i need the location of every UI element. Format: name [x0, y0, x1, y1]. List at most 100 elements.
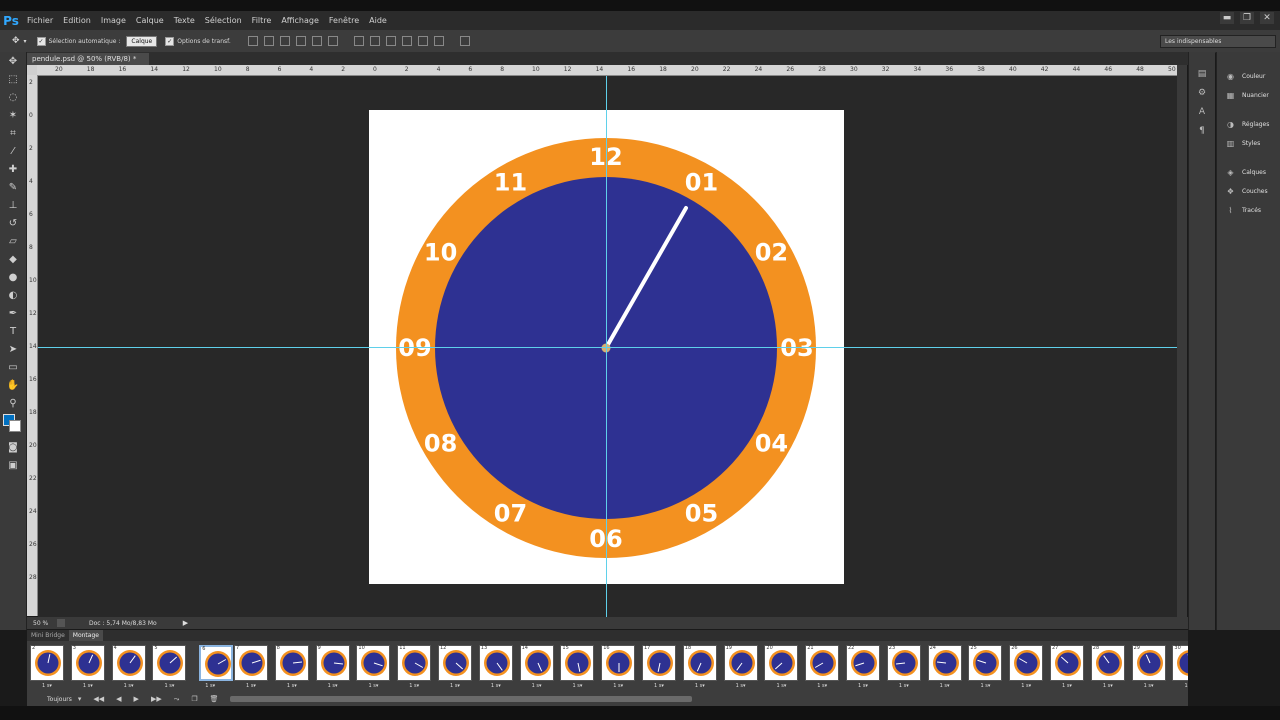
timeline-tab[interactable]: Montage — [68, 630, 103, 641]
character-icon[interactable]: A — [1189, 102, 1215, 121]
frame-delay[interactable]: 1 s▾ — [520, 683, 554, 689]
timeline-tab[interactable]: Mini Bridge — [27, 630, 69, 641]
distribute-hcenter-icon[interactable] — [417, 36, 428, 46]
timeline-frame[interactable]: 19 — [723, 645, 758, 681]
restore-icon[interactable]: ❐ — [1240, 12, 1254, 24]
next-frame-icon[interactable]: ▶▶ — [151, 695, 162, 703]
distribute-right-icon[interactable] — [433, 36, 444, 46]
menu-item[interactable]: Texte — [169, 11, 200, 30]
loop-select[interactable]: Toujours — [47, 696, 72, 703]
menu-item[interactable]: Affichage — [276, 11, 324, 30]
menu-item[interactable]: Fichier — [22, 11, 58, 30]
stamp-tool-icon[interactable]: ⊥ — [0, 196, 26, 214]
vertical-ruler[interactable]: 2 0 2 4 6 8 10 12 14 16 18 20 22 24 26 28 — [27, 75, 38, 616]
timeline-frame[interactable]: 12 — [438, 645, 472, 681]
frame-delay[interactable]: 1 s▾ — [356, 683, 390, 689]
timeline-frame[interactable]: 22 — [846, 645, 880, 681]
frame-delay[interactable]: 1 s▾ — [397, 683, 431, 689]
workspace-dropdown[interactable]: Les indispensables — [1160, 35, 1276, 48]
frame-delay[interactable]: 1 s▾ — [846, 683, 880, 689]
vertical-scrollbar[interactable] — [1177, 65, 1187, 617]
status-menu-icon[interactable]: ▶ — [183, 619, 188, 627]
timeline-frame[interactable]: 11 — [397, 645, 432, 681]
frame-delay[interactable]: 1 s▾ — [724, 683, 758, 689]
frame-delay[interactable]: 1 s▾ — [316, 683, 350, 689]
timeline-frame[interactable]: 6 — [199, 645, 234, 681]
eraser-tool-icon[interactable]: ▱ — [0, 232, 26, 250]
frame-delay[interactable]: 1 s▾ — [71, 683, 105, 689]
hand-tool-icon[interactable]: ✋ — [0, 376, 26, 394]
timeline-frame[interactable]: 2 — [30, 645, 64, 681]
menu-item[interactable]: Filtre — [247, 11, 277, 30]
menu-item[interactable]: Image — [96, 11, 131, 30]
blur-tool-icon[interactable]: ● — [0, 268, 26, 286]
menu-item[interactable]: Calque — [131, 11, 169, 30]
timeline-frame[interactable]: 27 — [1050, 645, 1084, 681]
align-vcenter-icon[interactable] — [263, 36, 274, 46]
frame-delay[interactable]: 1 s▾ — [30, 683, 64, 689]
panel-nuancier[interactable]: ▦ Nuancier — [1217, 86, 1280, 105]
lasso-tool-icon[interactable]: ◌ — [0, 88, 26, 106]
chevron-down-icon[interactable]: ▾ — [24, 38, 27, 45]
loop-dropdown-icon[interactable]: ▾ — [78, 695, 82, 703]
history-brush-icon[interactable]: ↺ — [0, 214, 26, 232]
timeline-frame[interactable]: 16 — [601, 645, 636, 681]
timeline-frame[interactable]: 13 — [478, 645, 513, 681]
properties-icon[interactable]: ⚙ — [1189, 83, 1215, 102]
dodge-tool-icon[interactable]: ◐ — [0, 286, 26, 304]
frame-delay[interactable]: 1 s▾ — [887, 683, 921, 689]
distribute-left-icon[interactable] — [401, 36, 412, 46]
frame-delay[interactable]: 1 s▾ — [152, 683, 186, 689]
frame-delay[interactable]: 1 s▾ — [1132, 683, 1166, 689]
bucket-tool-icon[interactable]: ◆ — [0, 250, 26, 268]
distribute-top-icon[interactable] — [353, 36, 364, 46]
timeline-frame[interactable]: 30 — [1172, 645, 1188, 681]
timeline-frame[interactable]: 28 — [1090, 645, 1125, 681]
frame-delay[interactable]: 1 s▾ — [479, 683, 513, 689]
path-select-icon[interactable]: ➤ — [0, 340, 26, 358]
zoom-tool-icon[interactable]: ⚲ — [0, 394, 26, 412]
align-left-icon[interactable] — [295, 36, 306, 46]
auto-select-checkbox[interactable]: ✓ — [36, 36, 46, 46]
frame-delay[interactable]: 1 s▾ — [234, 683, 268, 689]
menu-item[interactable]: Fenêtre — [324, 11, 364, 30]
timeline-frame[interactable]: 23 — [886, 645, 921, 681]
delete-frame-icon[interactable]: 🗑 — [210, 695, 219, 703]
frame-delay[interactable]: 1 s▾ — [1091, 683, 1125, 689]
align-hcenter-icon[interactable] — [311, 36, 322, 46]
align-right-icon[interactable] — [327, 36, 338, 46]
frame-delay[interactable]: 1 s▾ — [438, 683, 472, 689]
brush-tool-icon[interactable]: ✎ — [0, 178, 26, 196]
screen-mode-icon[interactable]: ▣ — [0, 456, 26, 474]
timeline-frame[interactable]: 15 — [560, 645, 595, 681]
type-tool-icon[interactable]: T — [0, 322, 26, 340]
panel-couches[interactable]: ❖ Couches — [1217, 182, 1280, 201]
timeline-frame[interactable]: 10 — [356, 645, 391, 681]
timeline-frame[interactable]: 7 — [234, 645, 268, 681]
background-color-swatch[interactable] — [9, 420, 21, 432]
move-tool-icon[interactable]: ✥ — [12, 36, 20, 46]
pen-tool-icon[interactable]: ✒ — [0, 304, 26, 322]
timeline-frame[interactable]: 3 — [70, 645, 105, 681]
horizontal-ruler[interactable]: 20 18 16 14 12 10 8 6 4 2 0 2 4 6 8 10 12 14 16 18 20 22 24 26 2… — [37, 65, 1177, 76]
play-icon[interactable]: ▶ — [134, 695, 139, 703]
frame-delay[interactable]: 1 s▾ — [805, 683, 839, 689]
align-top-icon[interactable] — [247, 36, 258, 46]
document-tab[interactable]: pendule.psd @ 50% (RVB/8) * × — [27, 53, 149, 75]
timeline-frame[interactable]: 4 — [111, 645, 146, 681]
timeline-frame[interactable]: 25 — [968, 645, 1003, 681]
frame-delay[interactable]: 1 s▾ — [928, 683, 962, 689]
frame-delay[interactable]: 1 s▾ — [601, 683, 635, 689]
magic-wand-icon[interactable]: ✶ — [0, 106, 26, 124]
frame-delay[interactable]: 1 s▾ — [275, 683, 309, 689]
color-swatches[interactable] — [0, 412, 26, 438]
close-icon[interactable]: ✕ — [1260, 12, 1274, 24]
menu-item[interactable]: Edition — [58, 11, 96, 30]
panel-réglages[interactable]: ◑ Réglages — [1217, 115, 1280, 134]
frame-delay[interactable]: 1 s▾ — [1172, 683, 1188, 689]
timeline-frame[interactable]: 8 — [274, 645, 309, 681]
crop-tool-icon[interactable]: ⌗ — [0, 124, 26, 142]
panel-couleur[interactable]: ◉ Couleur — [1217, 67, 1280, 86]
timeline-frame[interactable]: 9 — [315, 645, 350, 681]
healing-brush-icon[interactable]: ✚ — [0, 160, 26, 178]
